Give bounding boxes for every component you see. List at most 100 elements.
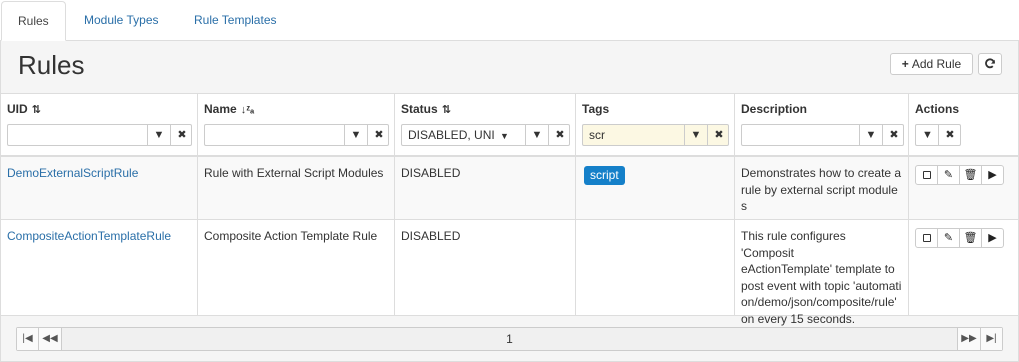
actions-cell: ✎ 🗑 ▶ [909,157,1018,219]
plus-icon: + [901,57,909,71]
run-button[interactable]: ▶ [981,228,1004,248]
refresh-icon [985,58,995,69]
name-filter-input[interactable] [205,125,345,145]
tab-rules[interactable]: Rules [1,1,66,41]
delete-button[interactable]: 🗑 [959,165,982,185]
tags-filter-input[interactable] [583,125,685,145]
pencil-icon: ✎ [943,232,954,244]
prev-page-button[interactable]: ◀◀ [39,328,61,350]
filter-icon[interactable]: ▼ [147,125,170,145]
trash-icon: 🗑 [963,232,978,244]
description-line: Demonstrates how to create a [741,166,902,180]
status-filter-value: DISABLED, UNI [408,128,495,142]
status-filter-select[interactable]: DISABLED, UNI ▼ [402,125,526,145]
name-cell: Composite Action Template Rule [198,220,395,315]
table-row: DemoExternalScriptRule Rule with Externa… [1,157,1018,220]
column-status-header: Status ⇅ DISABLED, UNI ▼ ▼ ✖ [395,94,576,155]
refresh-button[interactable] [978,53,1002,75]
clear-icon[interactable]: ✖ [548,125,571,145]
description-line: post event with topic 'automati [741,278,902,293]
edit-button[interactable]: ✎ [937,165,960,185]
uid-filter-input[interactable] [8,125,148,145]
page-title: Rules [18,50,85,80]
sort-alpha-icon: ↓ᶻₐ [240,104,255,116]
actions-filter: ▼ ✖ [915,124,961,146]
checkbox-icon [922,234,931,243]
delete-button[interactable]: 🗑 [959,228,982,248]
enable-toggle-button[interactable] [915,165,938,185]
table-row: CompositeActionTemplateRule Composite Ac… [1,220,1018,326]
column-description-header: Description ▼ ✖ [735,94,909,155]
clear-icon[interactable]: ✖ [938,125,961,145]
status-filter: DISABLED, UNI ▼ ▼ ✖ [401,124,570,146]
tags-cell [576,220,735,315]
status-sort-header[interactable]: Status ⇅ [401,102,451,116]
description-header-label: Description [741,102,808,116]
page-number: 1 [506,332,513,346]
last-page-button[interactable]: ▶| [980,328,1002,350]
description-cell: Demonstrates how to create a rule by ext… [735,157,909,219]
page-scroller[interactable]: 1 [61,328,958,350]
prev-page-icon: ◀◀ [42,333,58,344]
rule-name: Rule with External Script Modules [204,166,384,180]
trash-icon: 🗑 [963,169,978,181]
last-page-icon: ▶| [986,333,997,344]
uid-sort-header[interactable]: UID ⇅ [7,102,41,116]
edit-button[interactable]: ✎ [937,228,960,248]
rule-status: DISABLED [401,229,461,243]
tab-module-types[interactable]: Module Types [68,1,175,41]
uid-cell: DemoExternalScriptRule [1,157,198,219]
rule-name: Composite Action Template Rule [204,229,378,243]
status-cell: DISABLED [395,220,576,315]
rule-uid-link[interactable]: CompositeActionTemplateRule [7,228,191,245]
sort-amount-icon: ⇅ [31,104,41,116]
clear-icon[interactable]: ✖ [882,125,905,145]
filter-icon[interactable]: ▼ [859,125,882,145]
next-page-button[interactable]: ▶▶ [958,328,980,350]
uid-filter: ▼ ✖ [7,124,192,146]
pagination-bar: |◀ ◀◀ 1 ▶▶ ▶| [16,327,1003,351]
name-cell: Rule with External Script Modules [198,157,395,219]
clear-icon[interactable]: ✖ [170,125,193,145]
caret-down-icon: ▼ [500,131,509,141]
rule-uid-link[interactable]: DemoExternalScriptRule [7,165,191,182]
column-tags-header: Tags ▼ ✖ [576,94,735,155]
tags-filter: ▼ ✖ [582,124,729,146]
clear-icon[interactable]: ✖ [367,125,390,145]
name-sort-header[interactable]: Name ↓ᶻₐ [204,102,254,116]
run-button[interactable]: ▶ [981,165,1004,185]
filter-icon[interactable]: ▼ [525,125,548,145]
rule-status: DISABLED [401,166,461,180]
play-icon: ▶ [988,232,997,244]
description-line: on every 15 seconds. [741,311,856,326]
column-uid-header: UID ⇅ ▼ ✖ [1,94,198,155]
first-page-icon: |◀ [22,333,33,344]
name-filter: ▼ ✖ [204,124,389,146]
actions-header-label: Actions [915,102,960,116]
tags-header-label: Tags [582,102,610,116]
description-line: s [741,199,747,213]
description-cell: This rule configures 'Composit eActionTe… [735,220,909,326]
checkbox-icon [922,171,931,180]
status-cell: DISABLED [395,157,576,219]
next-page-icon: ▶▶ [961,333,977,344]
add-rule-label: Add Rule [911,57,962,71]
filter-icon[interactable]: ▼ [916,125,939,145]
column-actions-header: Actions ▼ ✖ [909,94,1018,155]
filter-icon[interactable]: ▼ [344,125,367,145]
enable-toggle-button[interactable] [915,228,938,248]
tags-cell: script [576,157,735,219]
tab-rule-templates[interactable]: Rule Templates [178,1,293,41]
first-page-button[interactable]: |◀ [17,328,39,350]
add-rule-button[interactable]: + Add Rule [890,53,973,75]
play-icon: ▶ [988,169,997,181]
filter-icon[interactable]: ▼ [684,125,707,145]
rule-description: This rule configures 'Composit eActionTe… [741,228,902,327]
pencil-icon: ✎ [943,169,954,181]
name-header-label: Name [204,102,237,116]
clear-icon[interactable]: ✖ [707,125,730,145]
description-line: This rule configures 'Composit [741,229,846,260]
description-line: eActionTemplate' template to [741,262,895,276]
tag-badge[interactable]: script [584,166,625,185]
description-filter-input[interactable] [742,125,860,145]
